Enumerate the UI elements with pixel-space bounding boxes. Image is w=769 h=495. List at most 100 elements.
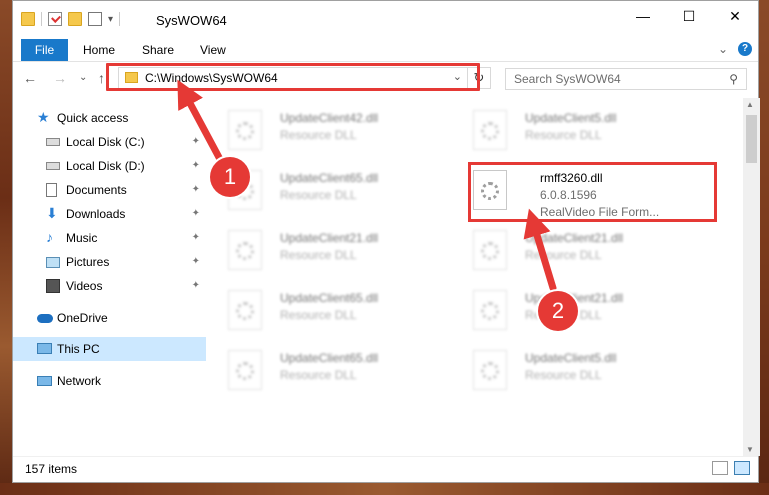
expand-ribbon-icon[interactable]: ⌄	[718, 42, 728, 56]
file-item[interactable]: UpdateClient5.dll Resource DLL	[463, 104, 703, 154]
folder-icon[interactable]	[21, 12, 35, 26]
back-button[interactable]: ←	[23, 70, 37, 86]
new-folder-icon[interactable]	[68, 12, 82, 26]
ribbon-controls: ⌄ ?	[718, 42, 752, 56]
file-name: UpdateClient5.dll	[525, 351, 617, 365]
file-type: Resource DLL	[280, 308, 357, 322]
cloud-icon	[37, 314, 53, 323]
toolbar-dropdown-icon[interactable]: ▾	[108, 14, 113, 25]
sidebar-item-onedrive[interactable]: OneDrive	[13, 306, 206, 330]
file-item[interactable]: UpdateClient21.dll Resource DLL	[463, 284, 703, 334]
sidebar-item-network[interactable]: Network	[13, 369, 206, 393]
file-type: Resource DLL	[280, 128, 357, 142]
properties-icon[interactable]	[48, 12, 62, 26]
toolbar-divider	[119, 12, 121, 26]
step-2-badge: 2	[538, 291, 578, 331]
file-name: UpdateClient65.dll	[280, 171, 379, 185]
step-1-badge: 1	[210, 157, 250, 197]
scroll-up-arrow-icon[interactable]: ▲	[746, 100, 754, 109]
search-icon[interactable]: ⚲	[729, 72, 738, 86]
network-icon	[37, 376, 52, 386]
sidebar-item-quick-access[interactable]: ★ Quick access	[13, 106, 206, 130]
status-bar: 157 items	[13, 456, 758, 483]
window-title: SysWOW64	[156, 13, 227, 28]
gear-icon	[481, 362, 499, 380]
dll-file-icon	[228, 290, 262, 330]
tab-home[interactable]: Home	[83, 39, 115, 61]
close-button[interactable]: ✕	[712, 1, 758, 31]
gear-icon	[481, 122, 499, 140]
recent-locations-dropdown[interactable]: ⌄	[79, 72, 87, 83]
file-name: UpdateClient65.dll	[280, 291, 379, 305]
pin-icon[interactable]: ✦	[192, 208, 200, 219]
sidebar-item-this-pc[interactable]: This PC	[13, 337, 206, 361]
quick-access-toolbar: ▾	[21, 12, 121, 26]
pin-icon[interactable]: ✦	[192, 136, 200, 147]
file-type: Resource DLL	[525, 368, 602, 382]
file-item[interactable]: UpdateClient42.dll Resource DLL	[218, 104, 458, 154]
tab-view[interactable]: View	[200, 39, 226, 61]
dll-file-icon	[473, 230, 507, 270]
file-name: UpdateClient21.dll	[280, 231, 379, 245]
sidebar-item-label: Pictures	[66, 255, 110, 269]
sidebar-item-local-disk-d[interactable]: Local Disk (D:) ✦	[13, 154, 206, 178]
sidebar-item-videos[interactable]: Videos ✦	[13, 274, 206, 298]
sidebar-item-label: Local Disk (D:)	[66, 159, 145, 173]
pin-icon[interactable]: ✦	[192, 256, 200, 267]
up-button[interactable]: ↑	[98, 70, 105, 86]
sidebar-item-downloads[interactable]: ⬇ Downloads ✦	[13, 202, 206, 226]
window-controls: — ☐ ✕	[620, 1, 758, 31]
sidebar-item-local-disk-c[interactable]: Local Disk (C:) ✦	[13, 130, 206, 154]
search-box[interactable]: Search SysWOW64 ⚲	[505, 68, 747, 90]
sidebar-item-label: Downloads	[66, 207, 126, 221]
gear-icon	[236, 122, 254, 140]
file-name: UpdateClient5.dll	[525, 111, 617, 125]
gear-icon	[236, 242, 254, 260]
music-icon: ♪	[46, 229, 53, 245]
file-item[interactable]: UpdateClient5.dll Resource DLL	[463, 344, 703, 394]
minimize-button[interactable]: —	[620, 1, 666, 31]
file-item[interactable]: UpdateClient65.dll Resource DLL	[218, 284, 458, 334]
desktop-background-bottom	[0, 483, 769, 495]
dll-file-icon	[228, 350, 262, 390]
gear-icon	[481, 242, 499, 260]
customize-toolbar-icon[interactable]	[88, 12, 102, 26]
file-highlight	[468, 162, 717, 222]
file-item[interactable]: UpdateClient65.dll Resource DLL	[218, 164, 458, 214]
downloads-icon: ⬇	[46, 205, 58, 221]
details-view-icon[interactable]	[712, 461, 728, 475]
documents-icon	[46, 183, 57, 197]
tab-file[interactable]: File	[21, 39, 68, 61]
file-type: Resource DLL	[280, 188, 357, 202]
forward-button[interactable]: →	[53, 70, 67, 86]
pin-icon[interactable]: ✦	[192, 280, 200, 291]
sidebar-item-music[interactable]: ♪ Music ✦	[13, 226, 206, 250]
vertical-scrollbar[interactable]: ▲ ▼	[743, 98, 760, 456]
computer-icon	[37, 343, 52, 354]
search-input[interactable]: Search SysWOW64	[514, 72, 621, 86]
dll-file-icon	[473, 110, 507, 150]
scrollbar-thumb[interactable]	[746, 115, 757, 163]
tab-share[interactable]: Share	[142, 39, 174, 61]
address-bar-highlight	[106, 63, 480, 91]
dll-file-icon	[473, 290, 507, 330]
dll-file-icon	[228, 230, 262, 270]
file-type: Resource DLL	[525, 248, 602, 262]
ribbon-tabs: File Home Share View ⌄ ?	[13, 39, 758, 62]
file-type: Resource DLL	[525, 128, 602, 142]
maximize-button[interactable]: ☐	[666, 1, 712, 31]
scroll-down-arrow-icon[interactable]: ▼	[746, 445, 754, 454]
file-item[interactable]: UpdateClient21.dll Resource DLL	[463, 224, 703, 274]
pin-icon[interactable]: ✦	[192, 232, 200, 243]
file-type: Resource DLL	[280, 248, 357, 262]
gear-icon	[236, 302, 254, 320]
sidebar-item-pictures[interactable]: Pictures ✦	[13, 250, 206, 274]
item-count: 157 items	[25, 462, 78, 476]
file-item[interactable]: UpdateClient65.dll Resource DLL	[218, 344, 458, 394]
sidebar-item-documents[interactable]: Documents ✦	[13, 178, 206, 202]
large-icons-view-icon[interactable]	[734, 461, 750, 475]
help-icon[interactable]: ?	[738, 42, 752, 56]
file-item[interactable]: UpdateClient21.dll Resource DLL	[218, 224, 458, 274]
pin-icon[interactable]: ✦	[192, 184, 200, 195]
pin-icon[interactable]: ✦	[192, 160, 200, 171]
